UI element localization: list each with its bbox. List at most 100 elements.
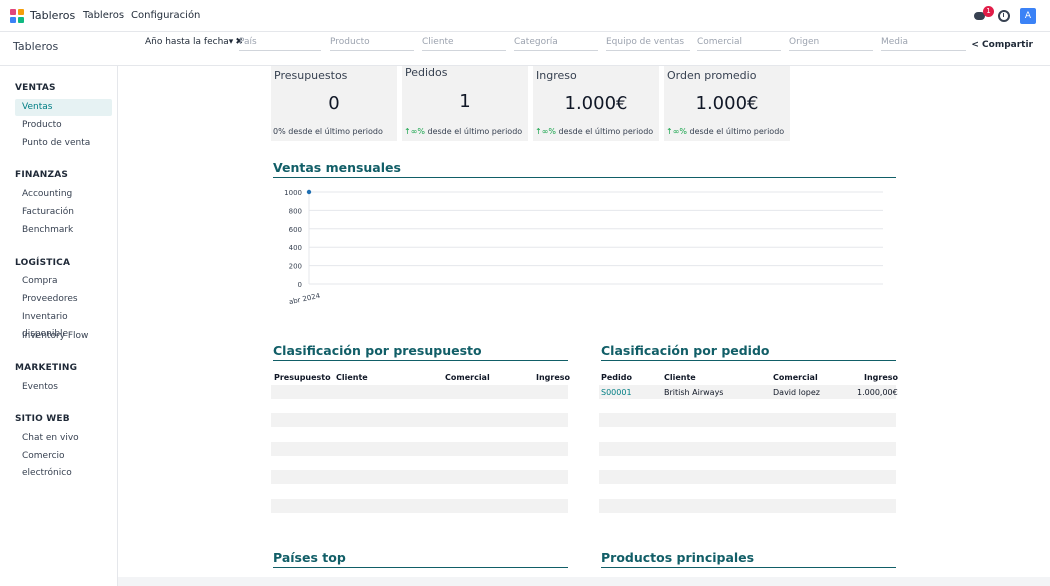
horizontal-scrollbar[interactable] [118, 577, 1050, 586]
top-navbar: Tableros Tableros Configuración 1 A [0, 0, 1050, 32]
share-icon: < [971, 40, 979, 50]
kpi-value: 1.000€ [695, 93, 759, 114]
col-header-cliente[interactable]: Cliente [664, 373, 696, 382]
sidebar-item-ventas[interactable]: Ventas [15, 99, 112, 116]
col-header-ingreso[interactable]: Ingreso [536, 373, 570, 382]
col-header-comercial[interactable]: Comercial [445, 373, 490, 382]
table-row [271, 442, 568, 456]
chat-icon[interactable]: 1 [974, 6, 994, 22]
y-tick-label: 800 [289, 207, 302, 215]
order-link[interactable]: S00001 [601, 388, 632, 397]
x-tick-label: abr 2024 [288, 292, 321, 307]
table-row [599, 499, 896, 513]
sidebar-item-producto[interactable]: Producto [15, 117, 112, 134]
kpi-comparison-text: desde el último periodo [686, 127, 785, 136]
kpi-comparison: 0% desde el último periodo [273, 127, 383, 136]
user-avatar[interactable]: A [1020, 8, 1036, 24]
sidebar-section-logistica: LOGÍSTICA [15, 258, 71, 268]
menu-configuracion[interactable]: Configuración [131, 10, 200, 21]
kpi-card-ingreso[interactable]: Ingreso 1.000€ ↑∞% desde el último perio… [533, 66, 659, 141]
sidebar-item-proveedores[interactable]: Proveedores [15, 291, 112, 308]
order-salesperson: David lopez [773, 388, 820, 397]
caret-down-icon[interactable]: ▾ [229, 37, 234, 47]
table-row [599, 470, 896, 484]
kpi-comparison-text: desde el último periodo [555, 127, 654, 136]
kpi-label: Ingreso [536, 69, 577, 82]
section-title-top-countries: Países top [273, 550, 568, 568]
table-row [271, 385, 568, 399]
order-revenue: 1.000,00€ [857, 388, 898, 397]
section-title-top-products: Productos principales [601, 550, 896, 568]
table-row [271, 413, 568, 427]
section-title-by-quote: Clasificación por presupuesto [273, 343, 568, 361]
y-tick-label: 200 [289, 263, 302, 271]
kpi-comparison: ↑∞% desde el último periodo [535, 127, 653, 136]
kpi-card-pedidos[interactable]: Pedidos 1 ↑∞% desde el último periodo [402, 66, 528, 141]
filter-producto[interactable]: Producto [330, 37, 414, 51]
sidebar-section-sitio-web: SITIO WEB [15, 414, 70, 424]
kpi-value: 1 [459, 91, 471, 112]
data-point[interactable] [306, 189, 312, 195]
filter-categoria[interactable]: Categoría [514, 37, 598, 51]
kpi-comparison: ↑∞% desde el último periodo [666, 127, 784, 136]
table-row [271, 499, 568, 513]
app-brand[interactable]: Tableros [30, 9, 75, 22]
kpi-comparison-text: 0% desde el último periodo [273, 127, 383, 136]
kpi-value: 1.000€ [564, 93, 628, 114]
sidebar-item-punto-de-venta[interactable]: Punto de venta [15, 135, 112, 152]
filter-pais[interactable]: País [239, 37, 321, 51]
trend-up-icon: ↑∞% [535, 127, 556, 136]
notification-badge: 1 [983, 6, 994, 17]
control-panel: Tableros Año hasta la fecha▾ ✖ País Produ… [0, 32, 1050, 66]
date-filter-facet[interactable]: Año hasta la fecha▾ ✖ [145, 37, 243, 47]
kpi-value: 0 [328, 93, 340, 114]
kpi-card-orden-promedio[interactable]: Orden promedio 1.000€ ↑∞% desde el últim… [664, 66, 790, 141]
col-header-ingreso[interactable]: Ingreso [864, 373, 898, 382]
sidebar-section-marketing: MARKETING [15, 363, 78, 373]
monthly-sales-chart[interactable]: 0 200 400 600 800 1000 abr 2024 [271, 182, 896, 312]
sidebar-section-ventas: VENTAS [15, 83, 56, 93]
table-row[interactable] [599, 385, 896, 399]
kpi-label: Orden promedio [667, 69, 757, 82]
kpi-card-presupuestos[interactable]: Presupuestos 0 0% desde el último period… [271, 66, 397, 141]
share-button[interactable]: < Compartir [971, 40, 1033, 50]
sidebar-item-compra[interactable]: Compra [15, 273, 112, 290]
section-title-monthly-sales: Ventas mensuales [273, 160, 896, 178]
sidebar-item-accounting[interactable]: Accounting [15, 186, 112, 203]
order-customer: British Airways [664, 388, 724, 397]
sidebar-item-facturacion[interactable]: Facturación [15, 204, 112, 221]
apps-grid-icon[interactable] [10, 9, 24, 23]
filter-comercial[interactable]: Comercial [697, 37, 781, 51]
kpi-label: Pedidos [405, 66, 448, 79]
sidebar-item-eventos[interactable]: Eventos [15, 379, 112, 396]
sidebar-item-benchmark[interactable]: Benchmark [15, 222, 112, 239]
kpi-comparison-text: desde el último periodo [424, 127, 523, 136]
sidebar-item-comercio-electronico[interactable]: Comercio electrónico [15, 448, 112, 478]
filter-origen[interactable]: Origen [789, 37, 873, 51]
date-filter-label: Año hasta la fecha [145, 37, 229, 47]
y-tick-label: 400 [289, 244, 302, 252]
col-header-pedido[interactable]: Pedido [601, 373, 632, 382]
sidebar-item-inventory-flow[interactable]: Inventory Flow [15, 328, 112, 345]
col-header-presupuesto[interactable]: Presupuesto [274, 373, 331, 382]
col-header-comercial[interactable]: Comercial [773, 373, 818, 382]
kpi-comparison: ↑∞% desde el último periodo [404, 127, 522, 136]
kpi-label: Presupuestos [274, 69, 348, 82]
trend-up-icon: ↑∞% [666, 127, 687, 136]
trend-up-icon: ↑∞% [404, 127, 425, 136]
filter-equipo-ventas[interactable]: Equipo de ventas [606, 37, 690, 51]
menu-tableros[interactable]: Tableros [83, 10, 124, 21]
filter-media[interactable]: Media [881, 37, 966, 51]
activity-clock-icon[interactable] [998, 10, 1010, 22]
table-row [599, 413, 896, 427]
y-tick-label: 600 [289, 226, 302, 234]
section-title-by-order: Clasificación por pedido [601, 343, 896, 361]
filter-cliente[interactable]: Cliente [422, 37, 506, 51]
sidebar-item-inventario-disponible[interactable]: Inventario disponible [15, 309, 112, 339]
table-row [599, 442, 896, 456]
col-header-cliente[interactable]: Cliente [336, 373, 368, 382]
sidebar-item-chat-en-vivo[interactable]: Chat en vivo [15, 430, 112, 447]
sidebar: VENTAS Ventas Producto Punto de venta FI… [0, 66, 118, 586]
share-label: Compartir [982, 40, 1033, 50]
y-tick-label: 0 [298, 281, 302, 289]
